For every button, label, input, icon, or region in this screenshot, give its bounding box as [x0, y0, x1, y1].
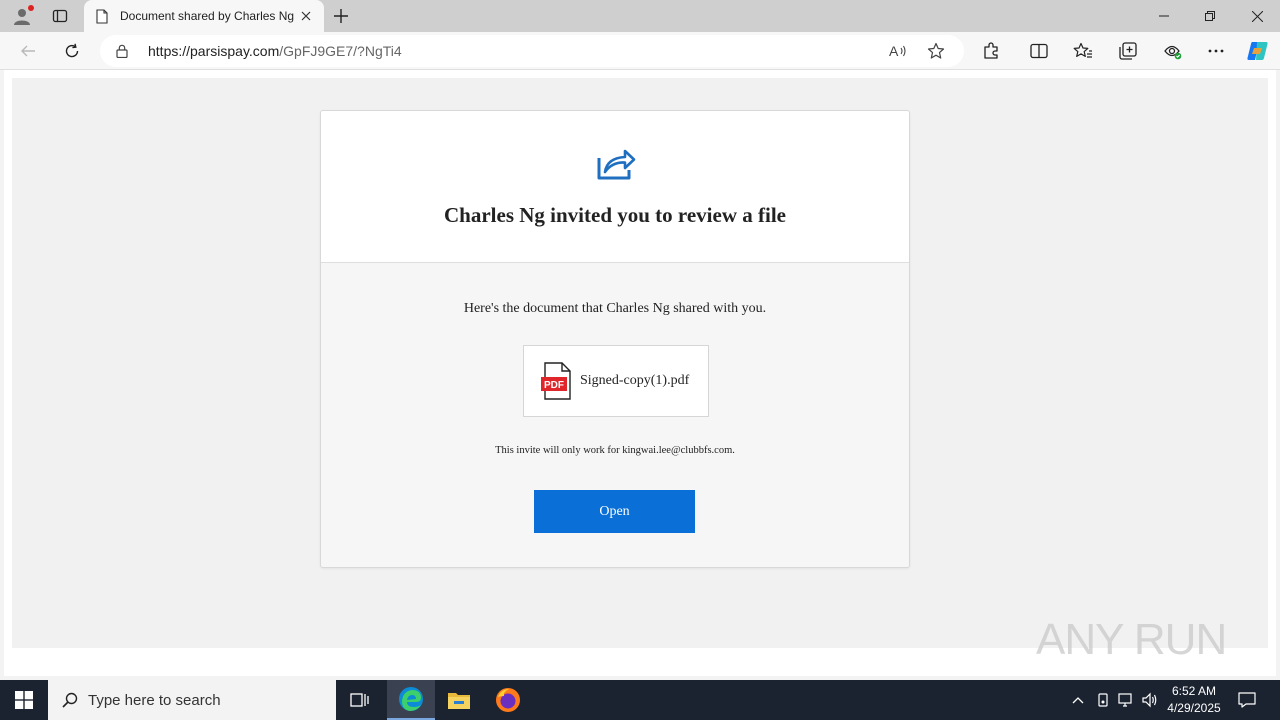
share-icon — [597, 149, 636, 180]
windows-start-icon — [15, 691, 33, 709]
search-placeholder: Type here to search — [88, 691, 221, 709]
edge-icon — [399, 687, 423, 711]
minimize-icon — [1159, 15, 1169, 17]
url-host: https://parsispay.com — [148, 43, 280, 59]
task-view-icon — [350, 693, 369, 707]
invite-note: This invite will only work for kingwai.l… — [495, 445, 735, 456]
open-button[interactable]: Open — [534, 490, 695, 533]
notification-icon[interactable] — [1236, 690, 1258, 710]
tab-strip: Document shared by Charles Ng — [0, 0, 1280, 32]
anyrun-watermark: ANY RUN — [1036, 610, 1236, 670]
start-button[interactable] — [0, 680, 48, 720]
extensions-icon[interactable] — [977, 37, 1005, 65]
task-view-button[interactable] — [336, 680, 384, 720]
back-button[interactable] — [14, 37, 42, 65]
performance-icon[interactable] — [1158, 37, 1186, 65]
profile-button[interactable] — [8, 4, 36, 28]
close-icon[interactable] — [298, 8, 314, 24]
refresh-button[interactable] — [58, 37, 86, 65]
active-tab[interactable]: Document shared by Charles Ng — [84, 0, 324, 32]
read-aloud-icon[interactable]: A — [884, 37, 912, 65]
chevron-up-icon[interactable] — [1068, 690, 1088, 710]
browser-toolbar: https://parsispay.com/GpFJ9GE7/?NgTi4 A — [0, 32, 1280, 70]
tab-actions-icon — [52, 9, 68, 23]
edge-taskbar-button[interactable] — [387, 680, 435, 720]
watermark-text: ANY RUN — [1036, 615, 1227, 664]
favorites-icon[interactable] — [1069, 37, 1097, 65]
file-name[interactable]: Signed-copy(1).pdf — [580, 373, 689, 389]
page-background: Charles Ng invited you to review a file … — [12, 78, 1268, 648]
search-icon — [62, 692, 78, 708]
pdf-badge: PDF — [544, 380, 564, 391]
volume-icon[interactable] — [1140, 690, 1160, 710]
file-explorer-button[interactable] — [435, 680, 483, 720]
page-title: Charles Ng invited you to review a file — [444, 203, 786, 227]
taskbar: Type here to search 6:52 AM 4/29/2025 — [0, 680, 1280, 720]
more-icon[interactable] — [1202, 37, 1230, 65]
firefox-icon — [496, 688, 520, 712]
taskbar-search[interactable]: Type here to search — [48, 680, 336, 720]
clock-date: 4/29/2025 — [1167, 701, 1221, 715]
clock-time: 6:52 AM — [1171, 684, 1217, 698]
restore-button[interactable] — [1187, 0, 1233, 32]
collections-icon[interactable] — [1114, 37, 1142, 65]
back-icon — [21, 45, 35, 57]
restore-icon — [1205, 11, 1215, 21]
url-path: /GpFJ9GE7/?NgTi4 — [279, 43, 402, 59]
url-text[interactable]: https://parsispay.com/GpFJ9GE7/?NgTi4 — [148, 43, 874, 59]
browser-viewport: Charles Ng invited you to review a file … — [4, 70, 1276, 676]
notification-dot — [28, 5, 34, 11]
pdf-icon: PDF — [541, 362, 571, 400]
new-tab-icon — [334, 9, 348, 23]
network-icon[interactable] — [1116, 690, 1136, 710]
system-clock[interactable]: 6:52 AM 4/29/2025 — [1162, 683, 1226, 717]
tab-actions-button[interactable] — [46, 4, 74, 28]
window-close-button[interactable] — [1234, 0, 1280, 32]
file-attachment[interactable]: PDF Signed-copy(1).pdf — [523, 345, 709, 417]
tab-title: Document shared by Charles Ng — [120, 9, 295, 23]
address-bar[interactable]: https://parsispay.com/GpFJ9GE7/?NgTi4 A — [100, 35, 964, 67]
shared-message: Here's the document that Charles Ng shar… — [463, 301, 767, 316]
split-screen-icon[interactable] — [1025, 37, 1053, 65]
document-icon — [94, 8, 110, 24]
share-card: Charles Ng invited you to review a file … — [320, 110, 910, 568]
window-close-icon — [1251, 10, 1263, 22]
firefox-button[interactable] — [484, 680, 532, 720]
favorite-star-icon[interactable] — [922, 37, 950, 65]
minimize-button[interactable] — [1141, 0, 1187, 32]
svg-text:A: A — [889, 43, 899, 59]
copilot-icon[interactable] — [1244, 37, 1272, 65]
wifi-icon[interactable] — [1093, 690, 1113, 710]
refresh-icon — [65, 43, 79, 58]
card-header: Charles Ng invited you to review a file — [321, 111, 909, 263]
new-tab-button[interactable] — [328, 4, 354, 28]
lock-icon[interactable] — [114, 43, 130, 59]
file-explorer-icon — [448, 693, 470, 709]
